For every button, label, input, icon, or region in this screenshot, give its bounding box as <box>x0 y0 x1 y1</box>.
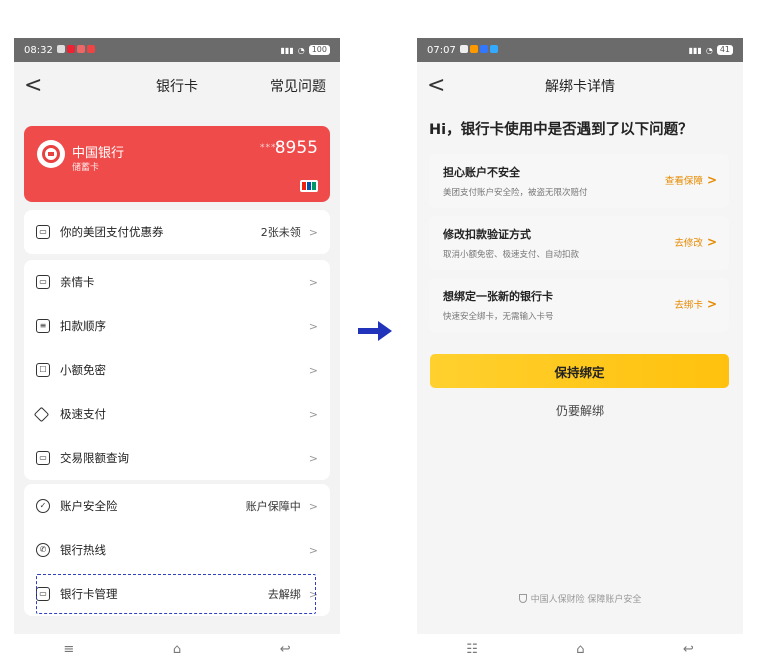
menu-value: 账户保障中 <box>245 500 301 513</box>
card-last4: 8955 <box>274 138 318 158</box>
page-title: 解绑卡详情 <box>545 79 615 95</box>
unionpay-icon <box>300 180 318 192</box>
status-time: 08:32 <box>24 44 53 56</box>
back-icon[interactable]: < <box>24 74 48 98</box>
menu-row-debit-order[interactable]: ≡ 扣款顺序 > <box>24 304 330 348</box>
family-card-icon: ▭ <box>36 275 50 289</box>
menu-row-small-no-password[interactable]: ☐ 小额免密 > <box>24 348 330 392</box>
bank-name: 中国银行 <box>72 146 125 161</box>
chevron-right-icon: > <box>308 225 318 239</box>
boc-logo-icon <box>37 140 65 168</box>
option-link-text: 去绑卡 <box>674 300 703 311</box>
phone-icon: ✆ <box>36 543 50 557</box>
option-subtitle: 取消小额免密、极速支付、自动扣款 <box>443 250 580 260</box>
settings-group-1: ▭ 亲情卡 > ≡ 扣款顺序 > ☐ 小额免密 > 极速支付 > ▭ 交易限额查… <box>24 260 330 480</box>
shield-icon: ✓ <box>36 499 50 513</box>
option-title: 想绑定一张新的银行卡 <box>443 290 553 303</box>
menu-row-family-card[interactable]: ▭ 亲情卡 > <box>24 260 330 304</box>
menu-icon[interactable]: ≡ <box>63 642 74 657</box>
express-pay-icon <box>33 406 50 422</box>
right-phone-screen: 07:07 ▮▮▮ ◔ 41 < 解绑卡详情 Hi，银行卡使用中是否遇到了以下问… <box>417 38 743 634</box>
wifi-icon: ◔ <box>297 45 305 55</box>
coupon-label: 你的美团支付优惠券 <box>60 225 164 239</box>
option-link-text: 查看保障 <box>664 176 703 187</box>
faq-link[interactable]: 常见问题 <box>270 76 326 96</box>
option-new-card[interactable]: 想绑定一张新的银行卡 快速安全绑卡，无需输入卡号 去绑卡 > <box>429 278 729 332</box>
chevron-right-icon: > <box>706 235 717 249</box>
chevron-right-icon: > <box>706 297 717 311</box>
back-icon[interactable]: < <box>427 74 451 98</box>
option-subtitle: 美团支付账户安全险，被盗无限次赔付 <box>443 188 588 198</box>
menu-label: 亲情卡 <box>60 275 95 289</box>
footer-text: 中国人保财险 保障账户安全 <box>530 595 642 605</box>
menu-row-bank-hotline[interactable]: ✆ 银行热线 > <box>24 528 330 572</box>
menu-label: 小额免密 <box>60 363 106 377</box>
menu-label: 银行热线 <box>60 543 106 557</box>
modify-link[interactable]: 去修改 > <box>674 235 717 249</box>
chevron-right-icon: > <box>308 363 318 377</box>
chevron-right-icon: > <box>706 173 717 187</box>
home-icon[interactable]: ⌂ <box>173 642 181 657</box>
option-title: 担心账户不安全 <box>443 166 520 179</box>
keep-binding-button[interactable]: 保持绑定 <box>430 354 729 388</box>
view-coverage-link[interactable]: 查看保障 > <box>665 173 717 187</box>
menu-row-account-insurance[interactable]: ✓ 账户安全险 账户保障中 > <box>24 484 330 528</box>
signal-icon: ▮▮▮ <box>688 45 702 55</box>
highlight-box <box>36 574 316 614</box>
small-no-password-icon: ☐ <box>36 363 50 377</box>
menu-label: 交易限额查询 <box>60 451 129 465</box>
back-nav-icon[interactable]: ↩ <box>280 642 291 657</box>
insurance-footer: 中国人保财险 保障账户安全 <box>417 592 743 605</box>
coupon-icon: ▭ <box>36 225 50 239</box>
menu-label: 账户安全险 <box>60 499 118 513</box>
still-unbind-link[interactable]: 仍要解绑 <box>417 402 743 419</box>
right-system-nav: ☷ ⌂ ↩ <box>417 638 743 660</box>
chevron-right-icon: > <box>308 451 318 465</box>
coupon-row[interactable]: ▭ 你的美团支付优惠券 2张未领 > <box>24 210 330 254</box>
status-bar: 08:32 ▮▮▮ ◔ 100 <box>14 38 340 62</box>
status-bar: 07:07 ▮▮▮ ◔ 41 <box>417 38 743 62</box>
left-phone-screen: 08:32 ▮▮▮ ◔ 100 < 银行卡 常见问题 中国银行 储蓄卡 ****… <box>14 38 340 634</box>
page-title: 银行卡 <box>156 79 198 95</box>
chevron-right-icon: > <box>308 275 318 289</box>
menu-icon[interactable]: ☷ <box>466 642 478 657</box>
battery-icon: 100 <box>308 45 330 55</box>
notification-icons <box>459 44 500 56</box>
menu-row-limit-query[interactable]: ▭ 交易限额查询 > <box>24 436 330 480</box>
coupon-value: 2张未领 <box>260 226 301 239</box>
top-nav: < 银行卡 常见问题 <box>14 62 340 110</box>
chevron-right-icon: > <box>308 319 318 333</box>
chevron-right-icon: > <box>308 499 318 513</box>
shield-icon <box>518 594 527 603</box>
bind-card-link[interactable]: 去绑卡 > <box>674 297 717 311</box>
wifi-icon: ◔ <box>705 45 713 55</box>
notification-icons <box>56 44 97 56</box>
limit-query-icon: ▭ <box>36 451 50 465</box>
menu-row-express-pay[interactable]: 极速支付 > <box>24 392 330 436</box>
debit-order-icon: ≡ <box>36 319 50 333</box>
battery-icon: 41 <box>716 45 733 55</box>
chevron-right-icon: > <box>308 543 318 557</box>
option-subtitle: 快速安全绑卡，无需输入卡号 <box>443 312 554 322</box>
arrow-right-icon <box>358 321 392 341</box>
coupon-group: ▭ 你的美团支付优惠券 2张未领 > <box>24 210 330 254</box>
menu-label: 极速支付 <box>60 407 106 421</box>
left-system-nav: ≡ ⌂ ↩ <box>14 638 340 660</box>
status-time: 07:07 <box>427 44 456 56</box>
back-nav-icon[interactable]: ↩ <box>683 642 694 657</box>
home-icon[interactable]: ⌂ <box>576 642 584 657</box>
signal-icon: ▮▮▮ <box>280 45 294 55</box>
question-heading: Hi，银行卡使用中是否遇到了以下问题？ <box>429 122 693 138</box>
top-nav: < 解绑卡详情 <box>417 62 743 110</box>
chevron-right-icon: > <box>308 407 318 421</box>
bank-card[interactable]: 中国银行 储蓄卡 **** 8955 <box>24 126 330 202</box>
option-security[interactable]: 担心账户不安全 美团支付账户安全险，被盗无限次赔付 查看保障 > <box>429 154 729 208</box>
option-link-text: 去修改 <box>674 238 703 249</box>
menu-label: 扣款顺序 <box>60 319 106 333</box>
option-modify-verify[interactable]: 修改扣款验证方式 取消小额免密、极速支付、自动扣款 去修改 > <box>429 216 729 270</box>
card-type: 储蓄卡 <box>72 163 100 173</box>
option-title: 修改扣款验证方式 <box>443 228 531 241</box>
